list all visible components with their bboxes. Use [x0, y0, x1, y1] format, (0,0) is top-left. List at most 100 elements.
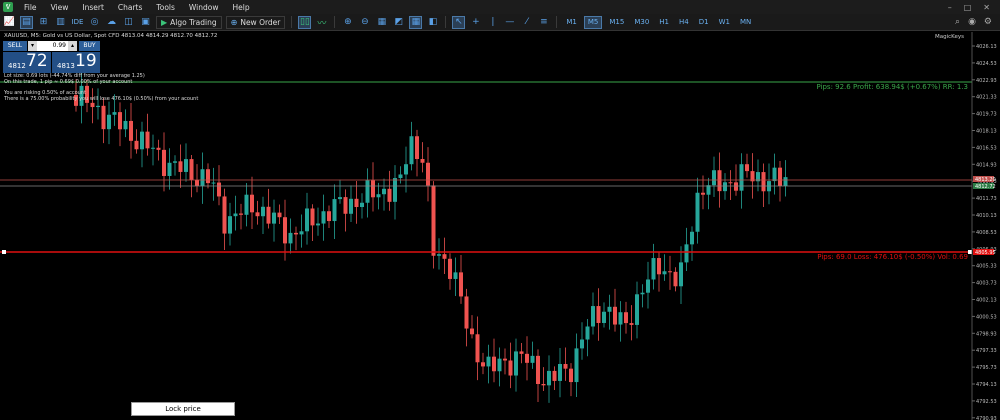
price-scale-label: 4794.13	[976, 382, 997, 388]
timeframe-d1[interactable]: D1	[696, 16, 712, 29]
candle-body	[728, 182, 733, 184]
candle-body	[640, 292, 645, 295]
restore-button[interactable]: □	[964, 3, 972, 12]
stop-loss-handle-right[interactable]	[968, 250, 972, 254]
price-chart[interactable]: Pips: 92.6 Profit: 638.94$ (+0.67%) RR: …	[0, 32, 1000, 420]
candle-body	[409, 136, 414, 165]
timeframe-m1[interactable]: M1	[563, 16, 580, 29]
market-icon[interactable]: ◫	[122, 16, 135, 29]
signals-icon[interactable]: ▣	[139, 16, 152, 29]
line-chart-icon[interactable]: 〰	[315, 16, 328, 29]
account-icon[interactable]: ◉	[968, 17, 976, 27]
chart-shift-icon[interactable]: ▦	[409, 15, 423, 29]
buy-button[interactable]: BUY	[79, 41, 100, 51]
depth-of-market-icon[interactable]: ▯▯	[298, 15, 312, 29]
candle-body	[525, 353, 529, 363]
candle-body	[486, 356, 491, 367]
timeframe-m30[interactable]: M30	[631, 16, 652, 29]
candle-body	[668, 271, 672, 273]
timeframe-mn[interactable]: MN	[737, 16, 754, 29]
lot-size-input[interactable]: 0.99	[37, 41, 68, 51]
menu-insert[interactable]: Insert	[75, 3, 111, 12]
candle-body	[701, 192, 705, 195]
menu-window[interactable]: Window	[182, 3, 226, 12]
sell-button[interactable]: SELL	[3, 41, 27, 51]
auto-scroll-icon[interactable]: ◩	[392, 16, 405, 29]
zoom-out-icon[interactable]: ⊖	[358, 16, 371, 29]
minimize-button[interactable]: –	[948, 3, 952, 12]
price-scale-label: 4003.73	[976, 281, 997, 287]
price-scale-label: 4010.13	[976, 213, 997, 219]
indicators-icon[interactable]: ⊞	[37, 16, 50, 29]
lot-decrease-icon[interactable]: ▾	[28, 41, 37, 51]
menu-file[interactable]: File	[17, 3, 44, 12]
symbol-description: XAUUSD, M5: Gold vs US Dollar, Spot CFD …	[4, 33, 218, 39]
cursor-icon[interactable]: ↖	[452, 15, 466, 29]
grid-icon[interactable]: ▦	[375, 16, 388, 29]
candle-body	[536, 355, 540, 385]
settings-gear-icon[interactable]: ⚙	[984, 17, 992, 27]
candle-body	[261, 206, 265, 217]
algo-trading-button[interactable]: ▶ Algo Trading	[156, 15, 222, 29]
timeframe-w1[interactable]: W1	[716, 16, 733, 29]
objects-icon[interactable]: ▥	[54, 16, 67, 29]
candle-body	[250, 194, 254, 213]
buy-price-box[interactable]: 4813 19	[52, 51, 100, 73]
close-button[interactable]: ✕	[983, 3, 990, 12]
menu-help[interactable]: Help	[225, 3, 256, 12]
zoom-in-icon[interactable]: ⊕	[341, 16, 354, 29]
current-price-label: 4813.20	[975, 177, 996, 183]
candle-body	[96, 105, 100, 108]
price-scale-label: 4016.53	[976, 145, 997, 151]
candle-body	[618, 312, 623, 325]
timeframe-h4[interactable]: H4	[676, 16, 692, 29]
candle-body	[305, 208, 309, 232]
menu-view[interactable]: View	[44, 3, 76, 12]
candle-body	[426, 162, 430, 186]
templates-icon[interactable]: ◧	[426, 16, 439, 29]
candle-body	[514, 351, 518, 376]
price-scale-label: 4002.13	[976, 298, 997, 304]
timeframe-h1[interactable]: H1	[656, 16, 672, 29]
menu-charts[interactable]: Charts	[111, 3, 150, 12]
vertical-line-icon[interactable]: |	[486, 16, 499, 29]
bid-price-label: 4812.72	[975, 184, 996, 190]
lot-increase-icon[interactable]: ▴	[68, 41, 77, 51]
candle-body	[162, 149, 166, 176]
ide-button[interactable]: IDE	[71, 16, 84, 29]
candle-body	[222, 196, 227, 234]
menu-tools[interactable]: Tools	[149, 3, 181, 12]
stop-loss-handle[interactable]	[2, 250, 6, 254]
candle-body	[272, 212, 276, 224]
candle-body	[404, 164, 408, 175]
trendline-icon[interactable]: ⁄	[520, 16, 533, 29]
candle-body	[662, 271, 667, 275]
cloud-icon[interactable]: ☁	[105, 16, 118, 29]
crosshair-icon[interactable]: +	[469, 16, 482, 29]
lock-price-button[interactable]: Lock price	[131, 402, 235, 416]
timeframe-m5[interactable]: M5	[583, 15, 603, 29]
candle-body	[382, 188, 386, 195]
candle-body	[591, 306, 595, 327]
candle-body	[651, 258, 656, 280]
candle-body	[338, 197, 342, 200]
candle-body	[431, 185, 436, 256]
candle-body	[283, 217, 287, 244]
profiles-icon[interactable]: ▤	[20, 15, 33, 29]
buy-price-small: 4813	[57, 62, 75, 70]
candle-body	[371, 180, 375, 198]
shapes-icon[interactable]: ≡	[537, 16, 550, 29]
horizontal-line-icon[interactable]: —	[503, 16, 516, 29]
navigator-icon[interactable]: ◎	[88, 16, 101, 29]
timeframe-m15[interactable]: M15	[606, 16, 627, 29]
sell-price-box[interactable]: 4812 72	[3, 51, 51, 73]
candle-body	[607, 306, 612, 312]
search-icon[interactable]: ⌕	[955, 17, 960, 27]
candle-body	[387, 188, 392, 202]
candle-body	[140, 131, 144, 150]
chart-type-icon[interactable]: 📈	[3, 16, 16, 29]
candle-body	[211, 182, 216, 184]
price-scale[interactable]: 4026.13 4024.53 4022.93 4021.33 4019.73 4018.…	[972, 44, 997, 420]
new-order-button[interactable]: ⊕ New Order	[225, 15, 286, 29]
candle-body	[332, 199, 337, 222]
